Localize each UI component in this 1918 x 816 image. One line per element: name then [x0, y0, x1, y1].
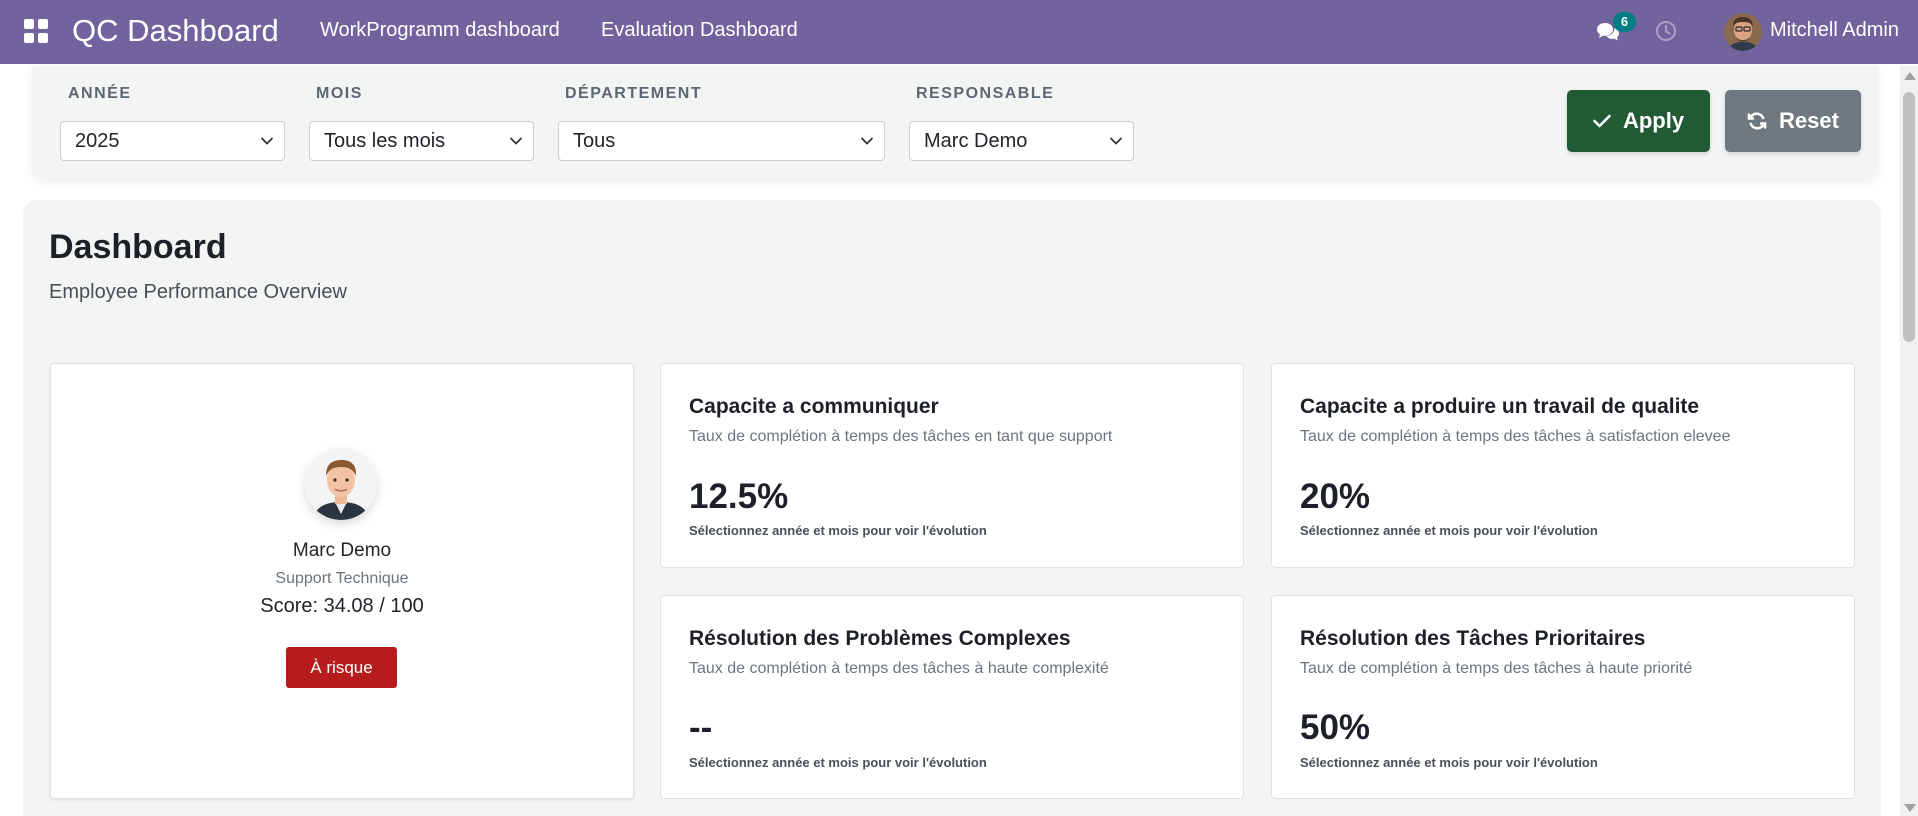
user-name[interactable]: Mitchell Admin [1770, 19, 1899, 42]
refresh-icon [1747, 112, 1767, 130]
year-select[interactable]: 2025 [60, 121, 285, 161]
app-brand-title[interactable]: QC Dashboard [72, 13, 279, 49]
scroll-down-arrow-icon[interactable] [1904, 804, 1916, 812]
check-icon [1593, 114, 1611, 128]
scroll-up-arrow-icon[interactable] [1904, 72, 1916, 80]
department-select-value: Tous [573, 130, 616, 152]
metric-hint: Sélectionnez année et mois pour voir l'é… [1300, 755, 1598, 770]
month-select[interactable]: Tous les mois [309, 121, 534, 161]
metric-value: 50% [1300, 708, 1371, 747]
department-select[interactable]: Tous [558, 121, 885, 161]
employee-name: Marc Demo [292, 540, 392, 561]
page-title: Dashboard [49, 228, 227, 266]
filter-label-manager: RESPONSABLE [916, 85, 1055, 102]
chevron-down-icon [260, 137, 274, 145]
chevron-down-icon [860, 137, 874, 145]
apply-button-label: Apply [1622, 108, 1685, 133]
year-select-value: 2025 [75, 130, 120, 152]
reset-button[interactable]: Reset [1725, 90, 1861, 152]
scrollbar-thumb[interactable] [1903, 92, 1915, 342]
employee-avatar [305, 448, 377, 520]
metric-value: 20% [1300, 477, 1371, 516]
metric-value: -- [689, 708, 713, 747]
metric-title: Résolution des Problèmes Complexes [689, 627, 1071, 650]
reset-button-label: Reset [1779, 108, 1839, 133]
filter-label-month: MOIS [316, 85, 363, 102]
filter-panel: ANNÉE 2025 MOIS Tous les mois DÉPARTEMEN… [32, 66, 1878, 178]
manager-select[interactable]: Marc Demo [909, 121, 1134, 161]
metric-description: Taux de complétion à temps des tâches à … [1300, 428, 1731, 445]
metric-title: Capacite a produire un travail de qualit… [1300, 395, 1700, 418]
metric-hint: Sélectionnez année et mois pour voir l'é… [1300, 523, 1598, 538]
page-subtitle: Employee Performance Overview [49, 281, 347, 303]
metric-hint: Sélectionnez année et mois pour voir l'é… [689, 523, 987, 538]
nav-link-workprogramm[interactable]: WorkProgramm dashboard [320, 19, 560, 42]
user-avatar[interactable] [1724, 13, 1762, 51]
employee-role: Support Technique [275, 570, 409, 587]
filter-label-year: ANNÉE [68, 85, 132, 102]
filter-label-department: DÉPARTEMENT [565, 85, 703, 102]
chevron-down-icon [509, 137, 523, 145]
metric-description: Taux de complétion à temps des tâches à … [689, 660, 1109, 677]
top-navbar: QC Dashboard WorkProgramm dashboard Eval… [0, 0, 1918, 64]
metric-title: Résolution des Tâches Prioritaires [1300, 627, 1646, 650]
metric-description: Taux de complétion à temps des tâches en… [689, 428, 1113, 445]
apps-grid-icon[interactable] [24, 19, 48, 43]
apply-button[interactable]: Apply [1567, 90, 1710, 152]
chevron-down-icon [1109, 137, 1123, 145]
metric-description: Taux de complétion à temps des tâches à … [1300, 660, 1693, 677]
nav-link-evaluation[interactable]: Evaluation Dashboard [601, 19, 798, 42]
metric-hint: Sélectionnez année et mois pour voir l'é… [689, 755, 987, 770]
clock-icon[interactable] [1655, 20, 1677, 42]
employee-score: Score: 34.08 / 100 [260, 595, 424, 617]
metric-title: Capacite a communiquer [689, 395, 939, 418]
month-select-value: Tous les mois [324, 130, 446, 152]
chat-count-badge: 6 [1613, 12, 1636, 32]
manager-select-value: Marc Demo [924, 130, 1028, 152]
metric-value: 12.5% [689, 477, 789, 516]
status-badge: À risque [286, 647, 397, 688]
